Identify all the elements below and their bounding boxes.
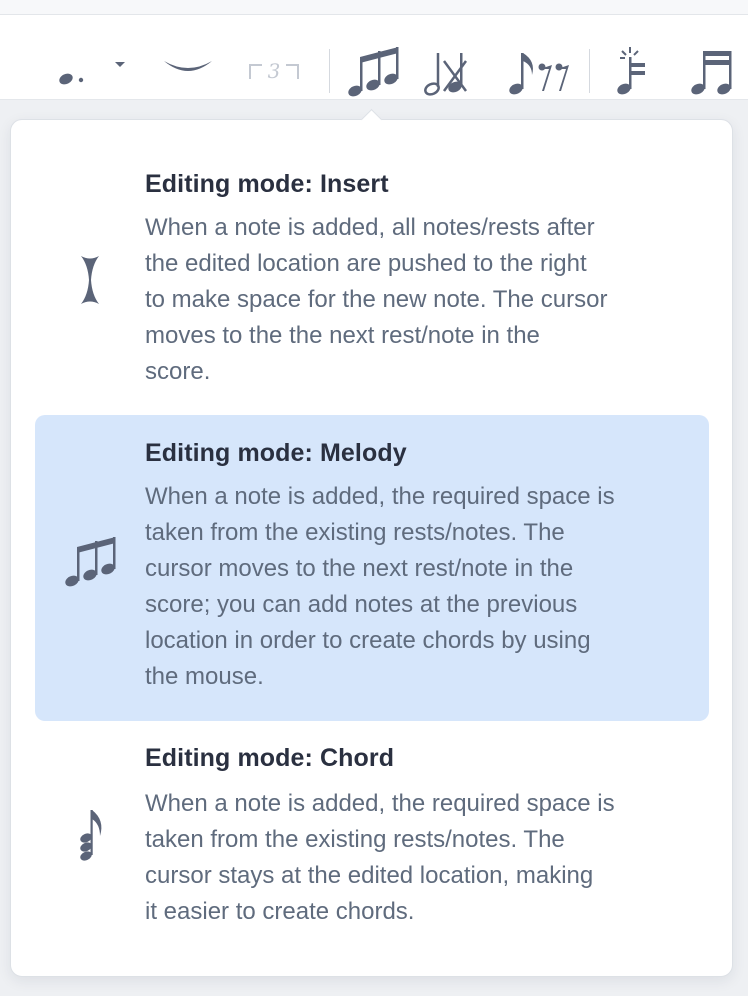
dotted-duration-icon[interactable] [50,55,90,95]
triplet-label: 3 [268,59,281,83]
rests-icon[interactable] [506,47,576,99]
triplet-icon[interactable]: 3 [246,53,302,89]
editing-mode-option-melody[interactable]: Editing mode: Melody When a note is adde… [35,415,709,721]
toolbar-divider [329,49,330,93]
top-strip [0,0,748,15]
mode-description: When a note is added, all notes/rests af… [145,214,608,385]
beamed-notes-icon[interactable] [688,45,738,99]
magic-note-icon[interactable] [612,45,658,99]
chord-note-icon [55,806,125,866]
note-input-toolbar: 3 [0,15,748,100]
mode-title: Editing mode: Chord [145,744,395,772]
delete-note-icon[interactable] [420,47,474,99]
melody-notes-icon [55,531,125,591]
mode-description: When a note is added, the required space… [145,483,615,690]
toolbar-divider [589,49,590,93]
mode-title: Editing mode: Insert [145,170,389,198]
tie-icon[interactable] [160,55,216,85]
editing-mode-popover: Editing mode: Insert When a note is adde… [10,119,733,977]
editing-mode-option-insert[interactable]: Editing mode: Insert When a note is adde… [35,146,709,396]
dropdown-chevron-icon[interactable] [110,55,130,75]
mode-title: Editing mode: Melody [145,439,407,467]
editing-mode-option-chord[interactable]: Editing mode: Chord When a note is added… [35,736,709,936]
text-cursor-icon [55,250,125,310]
mode-description: When a note is added, the required space… [145,790,615,925]
melody-mode-icon[interactable] [344,45,402,99]
